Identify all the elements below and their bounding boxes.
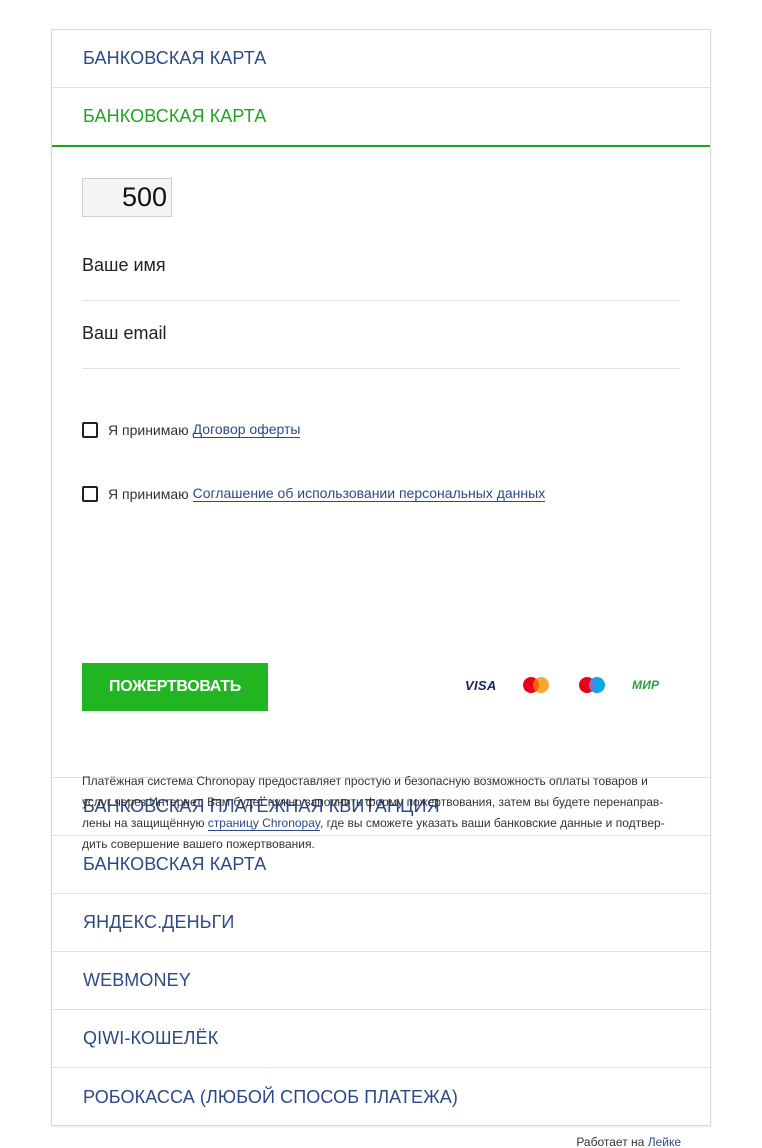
name-input[interactable] (82, 255, 680, 276)
tab-label: QIWI-КОШЕЛЁК (83, 1028, 219, 1048)
tab-label: WEBMONEY (83, 970, 191, 990)
consent-offer-prefix: Я принимаю (108, 421, 189, 438)
offer-agreement-link[interactable]: Договор оферты (192, 421, 301, 438)
personal-data-link[interactable]: Соглашение об использовании персональных… (192, 485, 546, 502)
mir-logo-icon: МИР (632, 678, 660, 692)
tab-label: РОБОКАССА (ЛЮБОЙ СПОСОБ ПЛАТЕЖА) (83, 1086, 458, 1107)
info-line: Платёжная система Chronopay предоставляе… (82, 774, 648, 788)
consent-personal-checkbox[interactable] (82, 485, 98, 502)
amount-value: 500 (121, 182, 167, 212)
maestro-logo-icon (578, 673, 606, 697)
visa-logo-icon: VISA (465, 677, 497, 693)
tab-label: БАНКОВСКАЯ КАРТА (83, 854, 267, 874)
email-input[interactable] (82, 323, 680, 344)
payment-info-text: Платёжная система Chronopay предоставляе… (82, 771, 692, 855)
tab-robokassa[interactable]: РОБОКАССА (ЛЮБОЙ СПОСОБ ПЛАТЕЖА) (52, 1068, 710, 1126)
payment-methods-panel: БАНКОВСКАЯ КАРТА БАНКОВСКАЯ КАРТА 500 Я … (51, 29, 711, 1126)
consent-offer-row: Я принимаю Договор оферты (82, 421, 301, 438)
tab-label: ЯНДЕКС.ДЕНЬГИ (83, 912, 235, 932)
chronopay-page-link[interactable]: страницу Chronopay (207, 816, 320, 831)
tab-yandex-money[interactable]: ЯНДЕКС.ДЕНЬГИ (52, 894, 710, 952)
name-field[interactable] (82, 255, 680, 301)
info-line: лены на защищённую страницу Chronopay, г… (82, 813, 692, 834)
email-field[interactable] (82, 323, 680, 369)
powered-by-prefix: Работает на (576, 1135, 645, 1148)
tab-qiwi[interactable]: QIWI-КОШЕЛЁК (52, 1010, 710, 1068)
tab-label: БАНКОВСКАЯ КАРТА (83, 48, 267, 68)
consent-offer-checkbox[interactable] (82, 421, 98, 438)
tab-bank-card-active[interactable]: БАНКОВСКАЯ КАРТА (52, 88, 710, 147)
tab-label: БАНКОВСКАЯ КАРТА (83, 106, 267, 126)
info-line: услуг через Интернет. Вам будет нужно за… (82, 795, 664, 809)
donation-form: 500 Я принимаю Договор оферты Я принимаю… (52, 147, 710, 851)
leyka-link[interactable]: Лейке (648, 1135, 681, 1148)
tab-bank-card-1[interactable]: БАНКОВСКАЯ КАРТА (52, 30, 710, 88)
info-text: лены на защищённую (82, 816, 208, 830)
info-text: , где вы сможете указать ваши банковские… (320, 816, 665, 830)
amount-field[interactable]: 500 (82, 178, 172, 217)
mastercard-logo-icon (522, 673, 550, 697)
info-line: дить совершение вашего пожертвования. (82, 837, 315, 851)
tab-webmoney[interactable]: WEBMONEY (52, 952, 710, 1010)
donate-button[interactable]: ПОЖЕРТВОВАТЬ (82, 663, 268, 711)
consent-personal-prefix: Я принимаю (108, 485, 189, 502)
powered-by: Работает на Лейке (576, 1135, 681, 1148)
consent-personal-row: Я принимаю Соглашение об использовании п… (82, 485, 546, 502)
